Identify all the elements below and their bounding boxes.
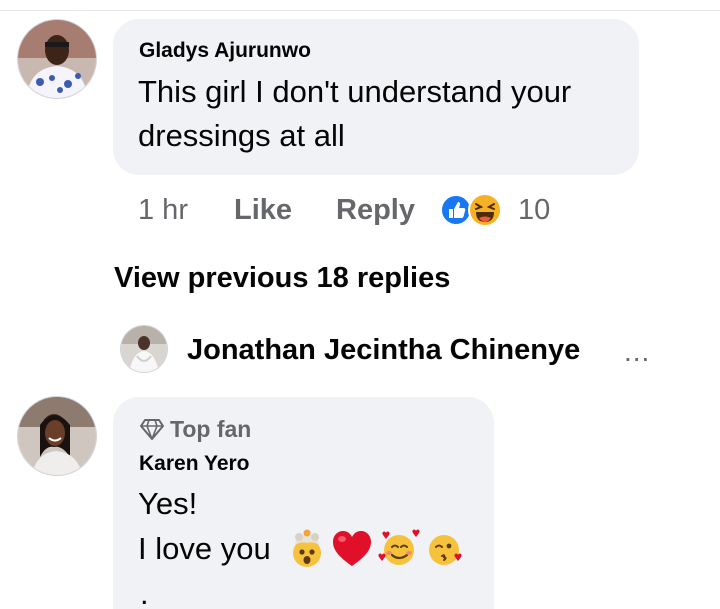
comments-thread: Gladys Ajurunwo This girl I don't unders… (0, 0, 720, 609)
top-fan-label: Top fan (170, 416, 252, 442)
reply-button[interactable]: Reply (336, 190, 415, 230)
reply-author-jonathan[interactable]: Jonathan Jecintha Chinenye (187, 330, 580, 370)
reply-text-line-1: Yes! (138, 486, 198, 521)
avatar-image (18, 397, 96, 475)
comment-text-line-2: dressings at all (138, 118, 345, 153)
reply-author-karen[interactable]: Karen Yero (139, 452, 250, 476)
avatar-image (18, 20, 96, 98)
reaction-count[interactable]: 10 (518, 190, 550, 230)
comment-timestamp[interactable]: 1 hr (138, 190, 188, 230)
avatar-karen[interactable] (18, 397, 96, 475)
smiling-face-with-hearts-emoji (378, 529, 420, 565)
more-options-icon[interactable]: ... (624, 332, 650, 372)
avatar-gladys[interactable] (18, 20, 96, 98)
exploding-head-emoji (293, 529, 321, 567)
reply-text-line-2: I love you (138, 531, 271, 566)
haha-reaction-icon (468, 193, 502, 227)
comment-text-line-1: This girl I don't understand your (138, 74, 572, 109)
avatar-jonathan[interactable] (121, 326, 167, 372)
reply-emojis (287, 527, 467, 571)
divider (0, 10, 720, 11)
reactions-summary[interactable] (440, 193, 510, 227)
diamond-icon (140, 419, 164, 440)
face-blowing-kiss-emoji (429, 535, 462, 565)
red-heart-emoji (333, 531, 371, 566)
view-previous-replies-link[interactable]: View previous 18 replies (114, 258, 450, 298)
like-button[interactable]: Like (234, 190, 292, 230)
comment-author[interactable]: Gladys Ajurunwo (139, 39, 311, 63)
avatar-image (121, 326, 167, 372)
reply-text-line-3: . (140, 576, 149, 609)
